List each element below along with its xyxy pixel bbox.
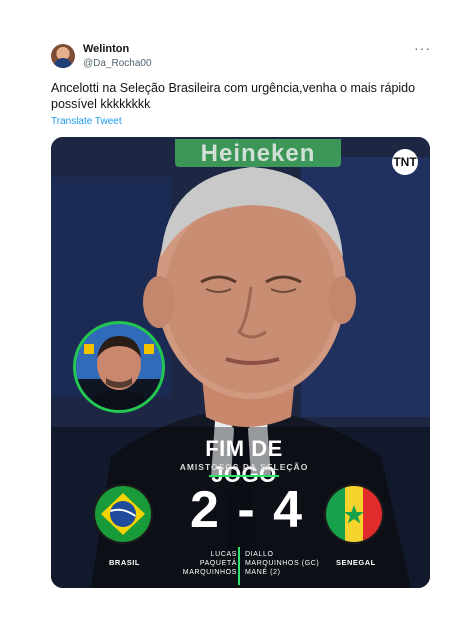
background-banner: Heineken xyxy=(175,139,341,167)
graphic-subtitle: AMISTOSOS DA SELEÇÃO xyxy=(179,462,309,472)
home-scorer: MARQUINHOS xyxy=(182,569,237,576)
inset-photo xyxy=(73,321,165,413)
home-scorer: LUCAS PAQUETÁ xyxy=(199,551,237,567)
title-underline xyxy=(209,475,279,477)
avatar[interactable] xyxy=(51,44,75,68)
away-scorer: MARQUINHOS (GC) xyxy=(245,560,320,567)
tnt-logo-icon: TNT xyxy=(392,149,418,175)
match-score: 2 - 4 xyxy=(189,481,305,539)
away-team-label: SENEGAL xyxy=(336,558,376,567)
away-scorer: DIALLO xyxy=(245,551,274,558)
home-scorers: LUCAS PAQUETÁ MARQUINHOS xyxy=(181,550,237,577)
translate-tweet-link[interactable]: Translate Tweet xyxy=(51,116,122,127)
tweet-card: Welinton @Da_Rocha00 ··· Ancelotti na Se… xyxy=(0,0,474,632)
senegal-flag-icon xyxy=(324,484,384,544)
author-handle[interactable]: @Da_Rocha00 xyxy=(83,58,152,69)
away-scorers: DIALLO MARQUINHOS (GC) MANÉ (2) xyxy=(245,550,325,577)
author-name[interactable]: Welinton xyxy=(83,43,129,55)
brazil-flag-icon xyxy=(93,484,153,544)
tweet-media[interactable]: Heineken TNT FIM DE JOGO AMISTOSOS DA SE… xyxy=(51,137,430,588)
scorers-divider xyxy=(238,547,240,585)
away-scorer: MANÉ (2) xyxy=(245,569,281,576)
inset-person-illustration xyxy=(76,324,162,410)
tweet-text: Ancelotti na Seleção Brasileira com urgê… xyxy=(51,81,416,111)
more-horizontal-icon[interactable]: ··· xyxy=(414,40,431,56)
home-team-label: BRASIL xyxy=(109,558,140,567)
